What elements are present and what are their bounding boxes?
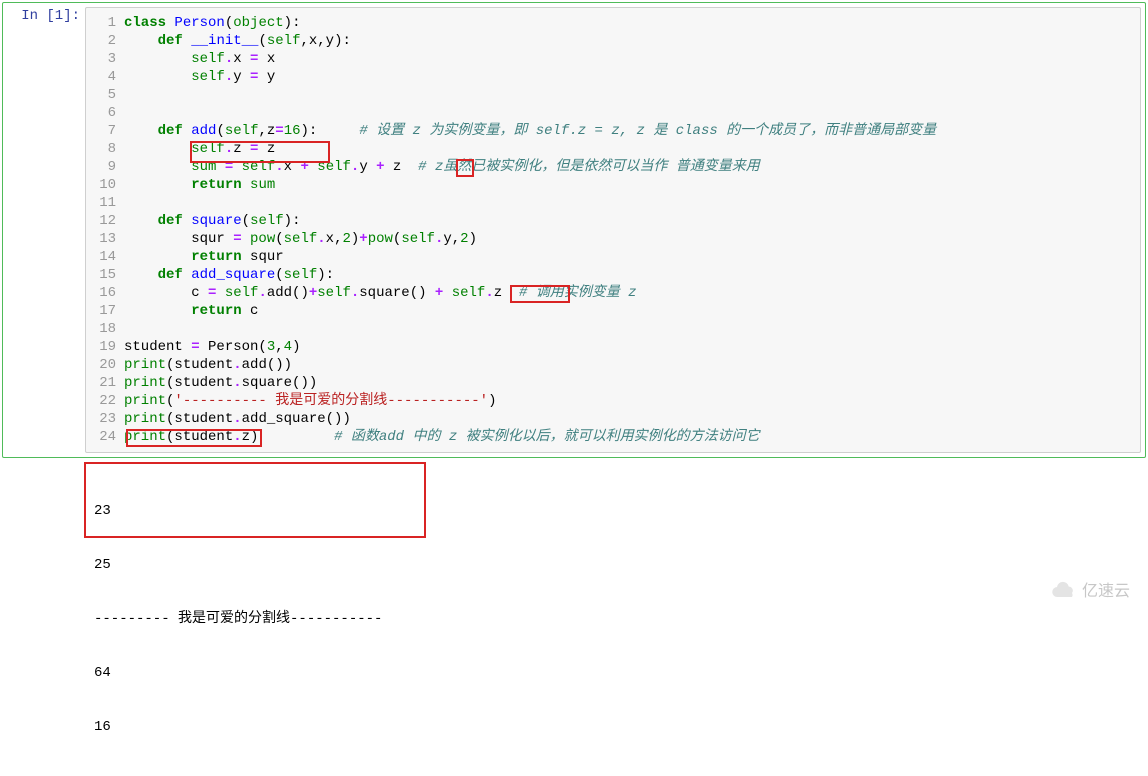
code-text[interactable]: def __init__(self,x,y): <box>124 32 1140 50</box>
output-area: 23 25 --------- 我是可爱的分割线----------- 64 1… <box>86 460 1148 776</box>
code-line[interactable]: 5 <box>86 86 1140 104</box>
code-text[interactable]: print(student.square()) <box>124 374 1140 392</box>
output-line: 16 <box>94 718 1148 736</box>
code-text[interactable] <box>124 104 1140 122</box>
line-number: 2 <box>86 32 124 50</box>
line-number: 24 <box>86 428 124 446</box>
line-number: 12 <box>86 212 124 230</box>
code-line[interactable]: 19student = Person(3,4) <box>86 338 1140 356</box>
code-line[interactable]: 14 return squr <box>86 248 1140 266</box>
watermark-text: 亿速云 <box>1082 577 1130 601</box>
code-line[interactable]: 23print(student.add_square()) <box>86 410 1140 428</box>
line-number: 20 <box>86 356 124 374</box>
line-number: 22 <box>86 392 124 410</box>
line-number: 18 <box>86 320 124 338</box>
output-line: 64 <box>94 664 1148 682</box>
code-line[interactable]: 1class Person(object): <box>86 14 1140 32</box>
code-line[interactable]: 11 <box>86 194 1140 212</box>
line-number: 1 <box>86 14 124 32</box>
line-number: 14 <box>86 248 124 266</box>
code-text[interactable]: self.y = y <box>124 68 1140 86</box>
code-editor[interactable]: 1class Person(object): 2 def __init__(se… <box>85 7 1141 453</box>
line-number: 7 <box>86 122 124 140</box>
line-number: 13 <box>86 230 124 248</box>
code-line[interactable]: 22print('---------- 我是可爱的分割线-----------'… <box>86 392 1140 410</box>
line-number: 23 <box>86 410 124 428</box>
code-text[interactable]: class Person(object): <box>124 14 1140 32</box>
code-text[interactable]: sum = self.x + self.y + z # z虽然已被实例化，但是依… <box>124 158 1140 176</box>
code-text[interactable]: print('---------- 我是可爱的分割线-----------') <box>124 392 1140 410</box>
code-line[interactable]: 8 self.z = z <box>86 140 1140 158</box>
code-text[interactable]: return c <box>124 302 1140 320</box>
watermark: 亿速云 <box>1050 577 1130 601</box>
input-prompt: In [1]: <box>3 3 85 457</box>
code-text[interactable] <box>124 320 1140 338</box>
line-number: 6 <box>86 104 124 122</box>
line-number: 9 <box>86 158 124 176</box>
line-number: 4 <box>86 68 124 86</box>
line-number: 16 <box>86 284 124 302</box>
code-text[interactable]: print(student.add_square()) <box>124 410 1140 428</box>
code-line[interactable]: 2 def __init__(self,x,y): <box>86 32 1140 50</box>
code-text[interactable] <box>124 86 1140 104</box>
line-number: 11 <box>86 194 124 212</box>
code-line[interactable]: 21print(student.square()) <box>86 374 1140 392</box>
code-line[interactable]: 4 self.y = y <box>86 68 1140 86</box>
code-line[interactable]: 16 c = self.add()+self.square() + self.z… <box>86 284 1140 302</box>
code-text[interactable]: self.x = x <box>124 50 1140 68</box>
code-text[interactable]: def square(self): <box>124 212 1140 230</box>
code-line[interactable]: 12 def square(self): <box>86 212 1140 230</box>
code-text[interactable]: squr = pow(self.x,2)+pow(self.y,2) <box>124 230 1140 248</box>
code-text[interactable]: print(student.z) # 函数add 中的 z 被实例化以后，就可以… <box>124 428 1140 446</box>
output-line: 23 <box>94 502 1148 520</box>
line-number: 3 <box>86 50 124 68</box>
code-text[interactable]: student = Person(3,4) <box>124 338 1140 356</box>
code-text[interactable]: return sum <box>124 176 1140 194</box>
code-line[interactable]: 6 <box>86 104 1140 122</box>
cloud-icon <box>1050 579 1078 599</box>
code-line[interactable]: 10 return sum <box>86 176 1140 194</box>
line-number: 5 <box>86 86 124 104</box>
code-line[interactable]: 20print(student.add()) <box>86 356 1140 374</box>
output-line: 25 <box>94 556 1148 574</box>
highlight-box <box>84 462 426 538</box>
output-line: --------- 我是可爱的分割线----------- <box>94 610 1148 628</box>
code-line[interactable]: 15 def add_square(self): <box>86 266 1140 284</box>
line-number: 19 <box>86 338 124 356</box>
code-text[interactable]: return squr <box>124 248 1140 266</box>
code-line[interactable]: 13 squr = pow(self.x,2)+pow(self.y,2) <box>86 230 1140 248</box>
code-line[interactable]: 3 self.x = x <box>86 50 1140 68</box>
line-number: 17 <box>86 302 124 320</box>
code-text[interactable] <box>124 194 1140 212</box>
line-number: 15 <box>86 266 124 284</box>
line-number: 8 <box>86 140 124 158</box>
code-text[interactable]: self.z = z <box>124 140 1140 158</box>
code-text[interactable]: print(student.add()) <box>124 356 1140 374</box>
code-text[interactable]: c = self.add()+self.square() + self.z # … <box>124 284 1140 302</box>
line-number: 10 <box>86 176 124 194</box>
line-number: 21 <box>86 374 124 392</box>
code-line[interactable]: 18 <box>86 320 1140 338</box>
code-line[interactable]: 17 return c <box>86 302 1140 320</box>
code-text[interactable]: def add_square(self): <box>124 266 1140 284</box>
code-line[interactable]: 9 sum = self.x + self.y + z # z虽然已被实例化，但… <box>86 158 1140 176</box>
code-cell[interactable]: In [1]: 1class Person(object): 2 def __i… <box>2 2 1146 458</box>
code-text[interactable]: def add(self,z=16): # 设置 z 为实例变量，即 self.… <box>124 122 1140 140</box>
code-line[interactable]: 24print(student.z) # 函数add 中的 z 被实例化以后，就… <box>86 428 1140 446</box>
code-line[interactable]: 7 def add(self,z=16): # 设置 z 为实例变量，即 sel… <box>86 122 1140 140</box>
